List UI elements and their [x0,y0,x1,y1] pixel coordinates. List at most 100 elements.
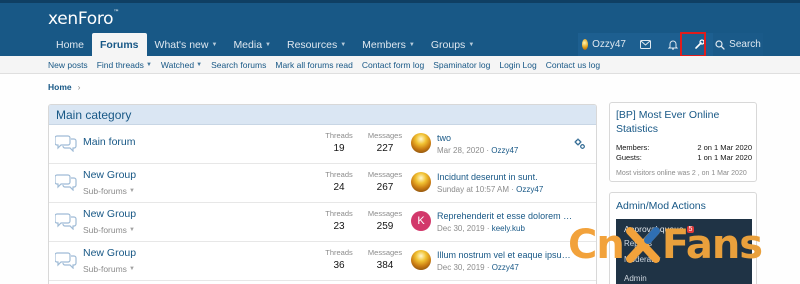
nav-whats-new[interactable]: What's new ▼ [147,33,226,56]
forum-chat-icon [55,135,77,152]
chevron-down-icon[interactable]: ▼ [196,62,202,68]
online-stats-widget: [BP] Most Ever Online Statistics Members… [609,102,757,182]
logo-text: xenForo [48,9,114,29]
watermark-text-2: Fans [661,222,763,268]
subnav-find-threads[interactable]: Find threads ▼ [97,60,152,70]
avatar-letter: K [417,215,425,227]
latest-date[interactable]: Sunday at 10:57 AM [437,185,509,194]
bell-icon [667,40,678,50]
chevron-down-icon[interactable]: ▼ [468,42,474,48]
chevron-down-icon[interactable]: ▼ [146,62,152,68]
category-title: Main category [56,107,132,122]
node-title[interactable]: Main forum [83,136,136,148]
threads-count: 19 [333,143,345,154]
stats-label: Members: [616,143,650,152]
node-title[interactable]: New Group [83,247,136,259]
nav-home[interactable]: Home [48,33,92,56]
breadcrumb-home[interactable]: Home [48,82,72,92]
messages-stat: Messages 227 [359,131,411,154]
messages-stat: Messages 267 [359,170,411,193]
nav-members-label: Members [362,38,406,51]
threads-count: 23 [333,221,345,232]
subforums-toggle[interactable]: Sub-forums ▼ [83,225,135,235]
watermark-text-1: Cn [568,222,625,268]
threads-label: Threads [325,170,353,179]
latest-user[interactable]: Ozzy47 [492,263,519,272]
watermark: Cn Fans [568,222,763,268]
threads-stat: Threads 19 [313,131,365,154]
forum-node: New Group Sub-forums ▼ Threads 36 Messages… [49,242,596,281]
subforums-toggle[interactable]: Sub-forums ▼ [83,186,135,196]
subnav-spaminator-log-label: Spaminator log [433,59,491,70]
nav-resources[interactable]: Resources ▼ [279,33,354,56]
subnav-watched[interactable]: Watched ▼ [161,60,202,70]
latest-date[interactable]: Dec 30, 2019 [437,263,485,272]
threads-count: 36 [333,260,345,271]
latest-meta: Sunday at 10:57 AM · Ozzy47 [437,185,544,194]
admin-menu-item[interactable]: Admin [624,274,647,283]
latest-meta: Dec 30, 2019 · keely.kub [437,224,525,233]
node-title[interactable]: New Group [83,169,136,181]
subnav-contact-us-log-label: Contact us log [545,59,601,70]
subforums-label: Sub-forums [83,225,127,235]
avatar[interactable] [411,172,431,192]
inbox-button[interactable] [632,33,659,56]
messages-label: Messages [367,209,403,218]
latest-date[interactable]: Mar 28, 2020 [437,146,484,155]
forum-chat-icon [55,252,77,269]
threads-stat: Threads 36 [313,248,365,271]
chevron-down-icon[interactable]: ▼ [265,42,271,48]
nav-media[interactable]: Media ▼ [225,33,279,56]
nav-groups-label: Groups [430,38,466,51]
admin-actions-title: Admin/Mod Actions [616,200,706,212]
forum-chat-icon [55,174,77,191]
node-settings-icon[interactable] [574,138,586,150]
messages-count: 259 [376,221,394,232]
subnav-contact-us-log[interactable]: Contact us log [546,60,600,70]
latest-thread-link[interactable]: Reprehenderit et esse dolorem del... [437,211,577,221]
latest-thread-link[interactable]: Illum nostrum vel et eaque ipsum o... [437,250,577,260]
forum-chat-icon [55,213,77,230]
threads-count: 24 [333,182,345,193]
messages-stat: Messages 384 [359,248,411,271]
chevron-down-icon[interactable]: ▼ [340,42,346,48]
latest-thread-link[interactable]: two [437,133,577,143]
latest-date[interactable]: Dec 30, 2019 [437,224,485,233]
latest-user[interactable]: keely.kub [492,224,525,233]
nav-forums[interactable]: Forums [92,33,147,56]
latest-thread-link[interactable]: Incidunt deserunt in sunt. [437,172,577,182]
subnav-search-forums[interactable]: Search forums [211,60,266,70]
subnav-login-log[interactable]: Login Log [499,60,536,70]
chevron-down-icon[interactable]: ▼ [211,42,217,48]
category-header[interactable]: Main category [49,105,596,125]
nav-members[interactable]: Members ▼ [354,33,423,56]
search-icon [715,39,725,50]
watermark-x-icon [625,227,660,263]
category-block: Main category Main forum Threads 19 Messa… [48,104,597,284]
avatar[interactable]: K [411,211,431,231]
online-stats-title[interactable]: [BP] Most Ever Online Statistics [610,103,756,136]
chevron-down-icon: ▼ [128,188,135,194]
threads-label: Threads [325,209,353,218]
site-logo[interactable]: xenForo™ [48,9,119,29]
avatar[interactable] [411,250,431,270]
avatar[interactable] [411,133,431,153]
subnav-contact-form-log[interactable]: Contact form log [362,60,424,70]
chevron-down-icon: ▼ [128,266,135,272]
search-button[interactable]: Search [713,33,763,56]
account-button[interactable]: Ozzy47 [578,33,632,56]
latest-user[interactable]: Ozzy47 [516,185,543,194]
latest-post: Reprehenderit et esse dolorem del... Dec… [437,211,577,233]
avatar [582,39,589,50]
subnav-new-posts[interactable]: New posts [48,60,88,70]
subforums-toggle[interactable]: Sub-forums ▼ [83,264,135,274]
main-nav: Home Forums What's new ▼ Media ▼ Resources… [48,33,482,56]
nav-groups[interactable]: Groups ▼ [423,33,482,56]
chevron-down-icon[interactable]: ▼ [409,42,415,48]
header-edge [0,0,800,3]
node-title[interactable]: New Group [83,208,136,220]
subnav-spaminator-log[interactable]: Spaminator log [433,60,490,70]
subnav-mark-read-label: Mark all forums read [275,59,353,70]
subnav-mark-read[interactable]: Mark all forums read [275,60,352,70]
latest-user[interactable]: Ozzy47 [491,146,518,155]
